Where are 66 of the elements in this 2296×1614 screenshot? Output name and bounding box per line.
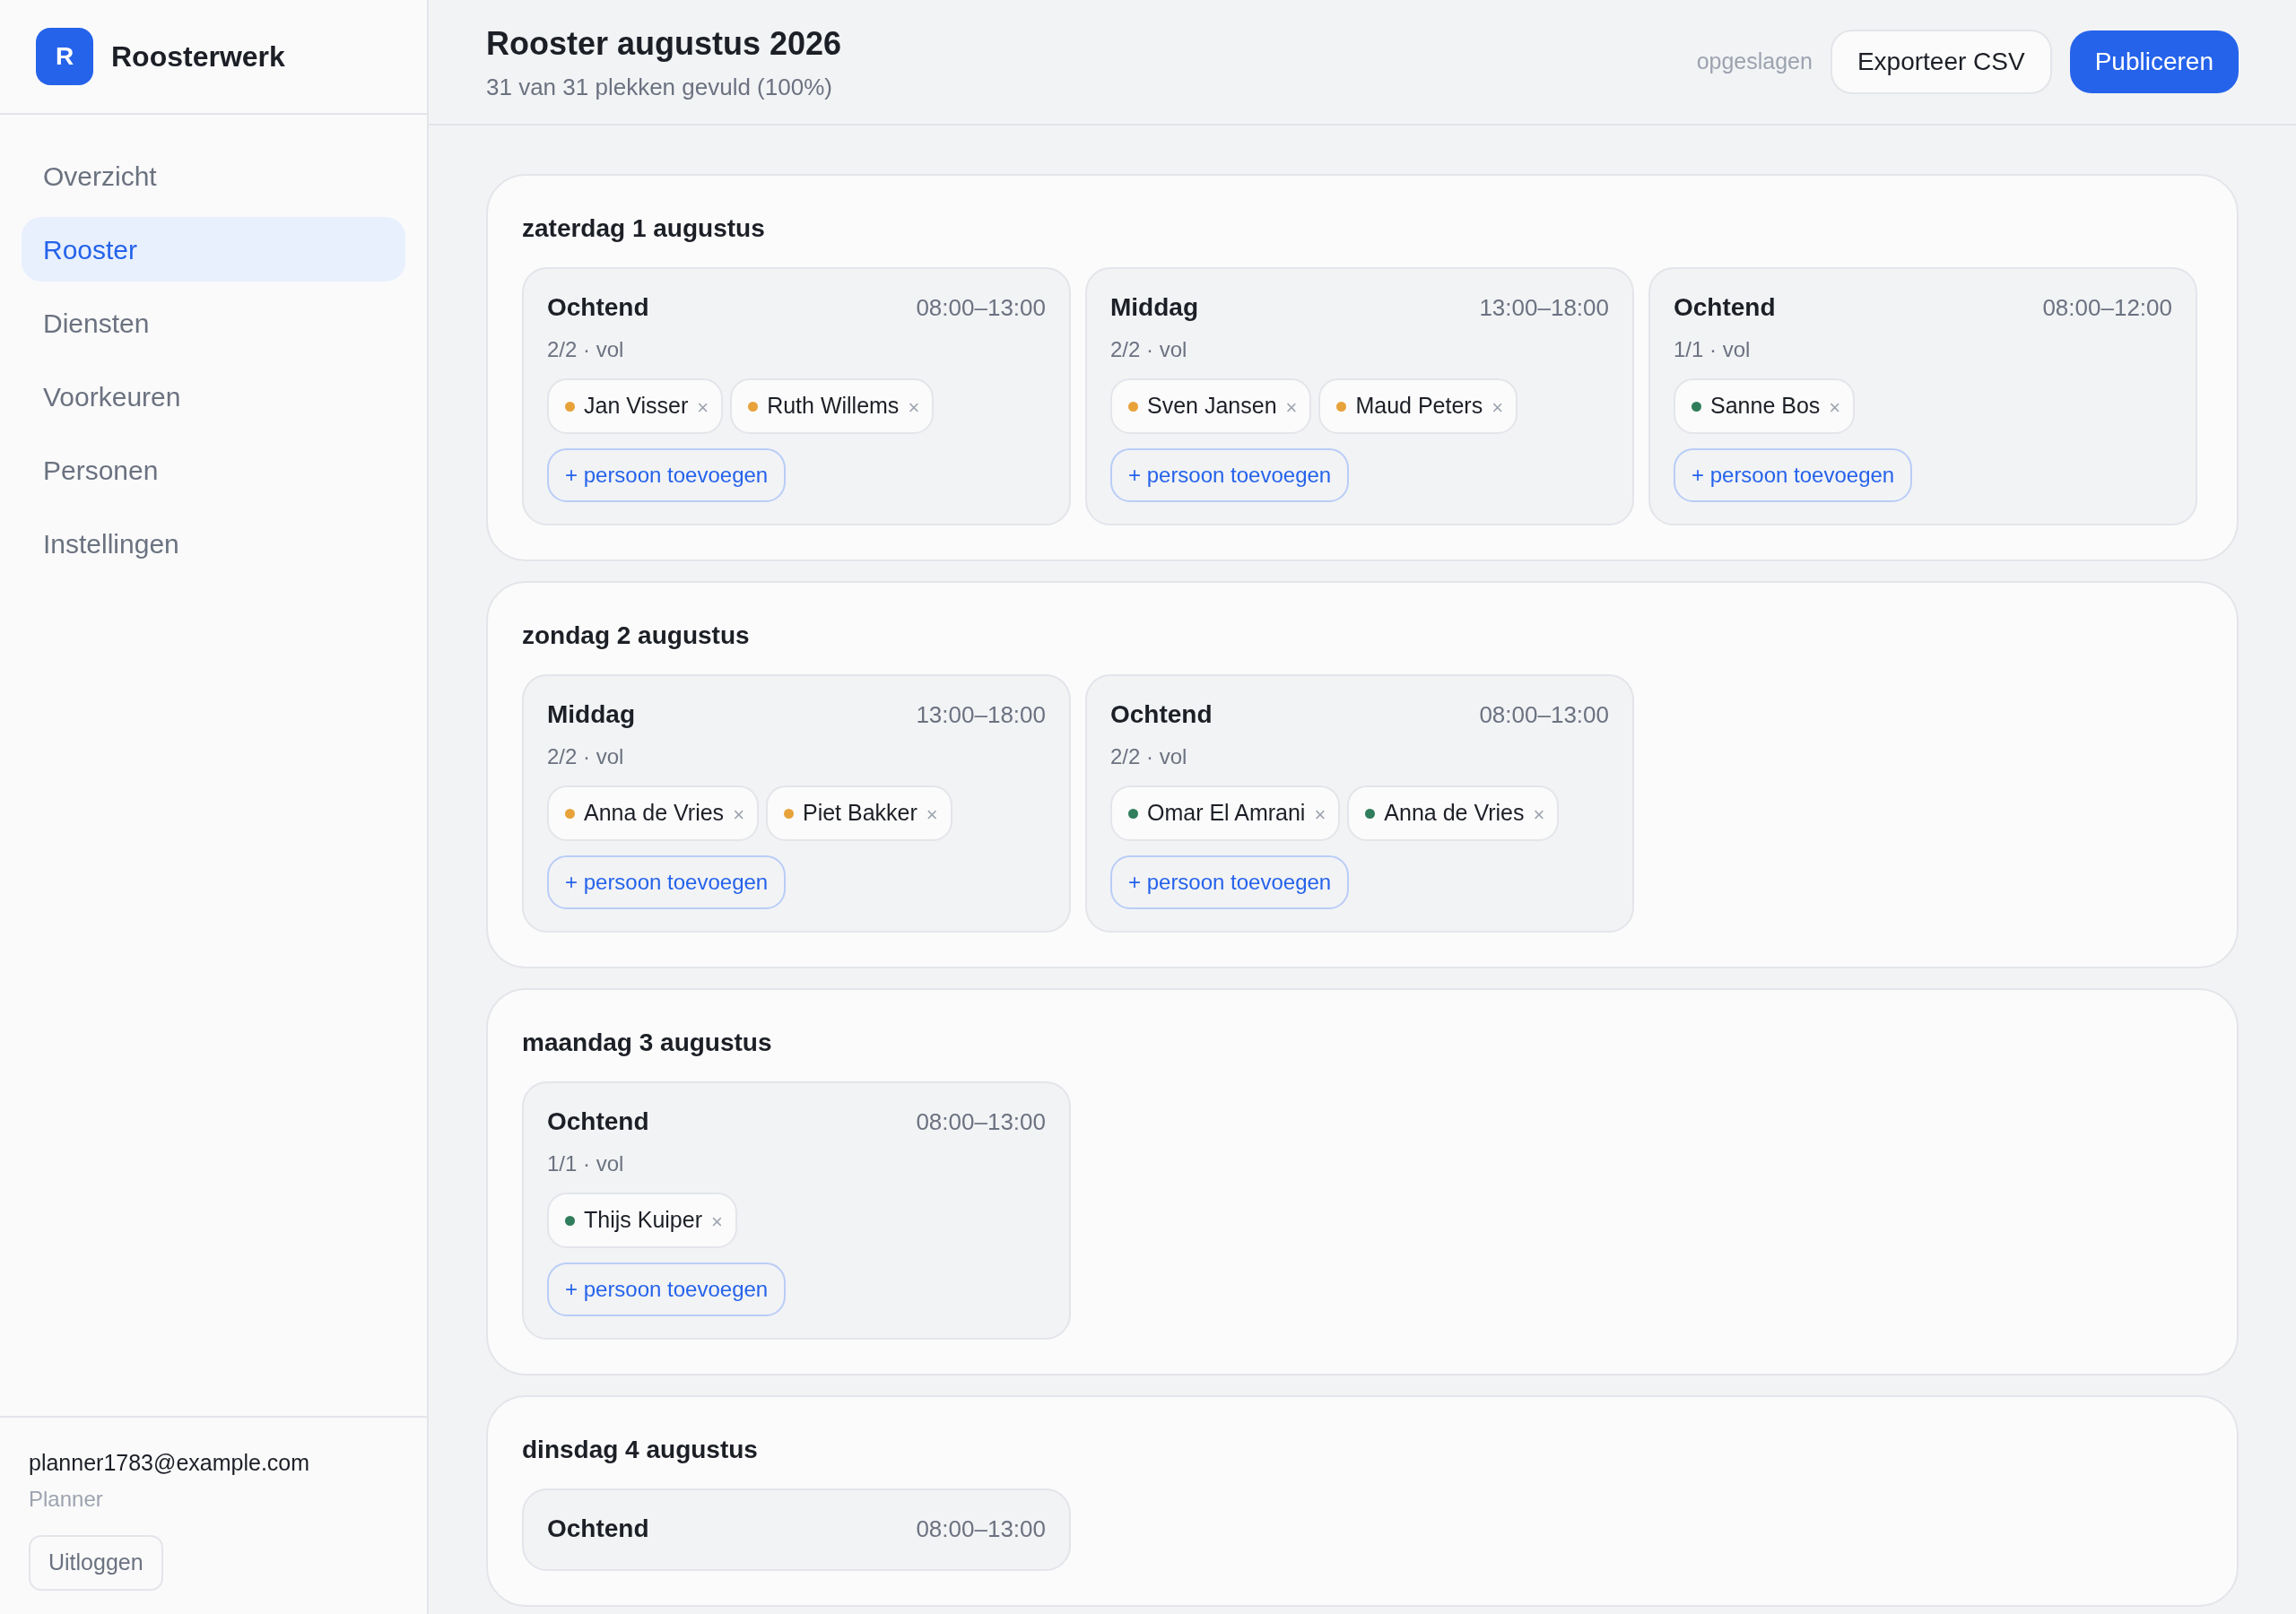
nav-item[interactable]: Voorkeuren xyxy=(22,364,405,429)
remove-button[interactable]: × xyxy=(733,805,744,825)
person-name: Jan Visser xyxy=(584,392,689,421)
app-name: Roosterwerk xyxy=(111,39,285,74)
add-person-button[interactable]: + persoon toevoegen xyxy=(1674,448,1913,502)
save-status: opgeslagen xyxy=(1696,48,1813,76)
fill-status: 2/2 · vol xyxy=(1110,336,1188,363)
shift-name: Ochtend xyxy=(547,1106,649,1137)
fill-status: 1/1 · vol xyxy=(1674,336,1752,363)
shift-time: 08:00–13:00 xyxy=(916,1106,1046,1137)
remove-button[interactable]: × xyxy=(711,1212,723,1232)
remove-button[interactable]: × xyxy=(1829,398,1841,418)
day-title: zaterdag 1 augustus xyxy=(522,213,766,244)
logout-button[interactable]: Uitloggen xyxy=(29,1535,163,1591)
page-subtitle: 31 van 31 plekken gevuld (100%) xyxy=(486,72,833,102)
shift-name: Ochtend xyxy=(547,1514,649,1544)
shift-name: Ochtend xyxy=(1110,699,1213,730)
remove-button[interactable]: × xyxy=(1533,805,1545,825)
shift-name: Middag xyxy=(547,699,635,730)
person-name: Sanne Bos xyxy=(1710,392,1821,421)
shift-name: Ochtend xyxy=(1674,292,1776,323)
shift-time: 13:00–18:00 xyxy=(916,699,1046,730)
person-name: Ruth Willems xyxy=(767,392,900,421)
remove-button[interactable]: × xyxy=(697,398,709,418)
add-person-button[interactable]: + persoon toevoegen xyxy=(547,855,787,909)
remove-button[interactable]: × xyxy=(1314,805,1326,825)
shift-name: Ochtend xyxy=(547,292,649,323)
shift-time: 08:00–13:00 xyxy=(916,292,1046,323)
shift-time: 13:00–18:00 xyxy=(1479,292,1609,323)
add-person-button[interactable]: + persoon toevoegen xyxy=(1110,855,1350,909)
remove-button[interactable]: × xyxy=(1285,398,1298,418)
publish-button[interactable]: Publiceren xyxy=(2069,30,2239,93)
fill-status: 2/2 · vol xyxy=(547,336,625,363)
fill-status: 2/2 · vol xyxy=(547,743,625,770)
export-button[interactable]: Exporteer CSV xyxy=(1830,30,2052,94)
user-email: planner1783@example.com xyxy=(29,1448,311,1477)
add-person-button[interactable]: + persoon toevoegen xyxy=(1110,448,1350,502)
fill-status: 1/1 · vol xyxy=(547,1150,625,1177)
add-person-button[interactable]: + persoon toevoegen xyxy=(547,1263,787,1316)
remove-button[interactable]: × xyxy=(1492,398,1503,418)
person-name: Omar El Amrani xyxy=(1147,799,1306,828)
remove-button[interactable]: × xyxy=(926,805,938,825)
shift-time: 08:00–13:00 xyxy=(916,1514,1046,1544)
shift-time: 08:00–12:00 xyxy=(2042,292,2172,323)
nav-item[interactable]: Instellingen xyxy=(22,511,405,576)
person-name: Sven Jansen xyxy=(1147,392,1277,421)
nav-item[interactable]: Diensten xyxy=(22,291,405,355)
nav-item[interactable]: Rooster xyxy=(22,217,405,282)
nav-item[interactable]: Overzicht xyxy=(22,143,405,208)
remove-button[interactable]: × xyxy=(908,398,920,418)
day-title: zondag 2 augustus xyxy=(522,620,751,651)
page-title: Rooster augustus 2026 xyxy=(486,23,842,64)
person-name: Anna de Vries xyxy=(1384,799,1525,828)
add-person-button[interactable]: + persoon toevoegen xyxy=(547,448,787,502)
nav-item[interactable]: Personen xyxy=(22,438,405,502)
shift-name: Middag xyxy=(1110,292,1198,323)
person-name: Piet Bakker xyxy=(803,799,918,828)
fill-status: 2/2 · vol xyxy=(1110,743,1188,770)
day-title: dinsdag 4 augustus xyxy=(522,1435,759,1465)
person-name: Anna de Vries xyxy=(584,799,725,828)
shift-time: 08:00–13:00 xyxy=(1479,699,1609,730)
user-role: Planner xyxy=(29,1486,104,1513)
logo-icon: R xyxy=(36,28,93,85)
person-name: Thijs Kuiper xyxy=(584,1206,702,1235)
day-title: maandag 3 augustus xyxy=(522,1028,773,1058)
person-name: Maud Peters xyxy=(1355,392,1483,421)
